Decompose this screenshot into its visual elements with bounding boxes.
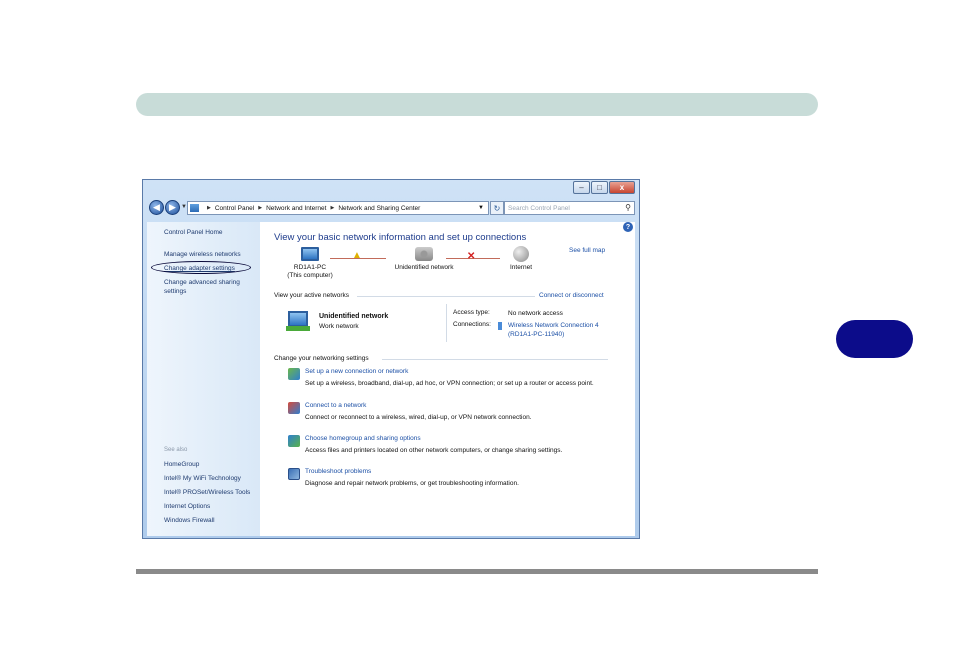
- sidebar-internet-options[interactable]: Internet Options: [164, 502, 256, 511]
- wireless-signal-icon: [498, 322, 502, 330]
- main-content: ? View your basic network information an…: [260, 222, 635, 536]
- maximize-button[interactable]: □: [591, 181, 608, 194]
- chevron-right-icon[interactable]: ▶: [207, 205, 211, 211]
- networking-settings-heading: Change your networking settings: [274, 355, 369, 362]
- task-description: Access files and printers located on oth…: [305, 447, 563, 454]
- access-type-value: No network access: [508, 310, 563, 317]
- breadcrumb-network-sharing-center[interactable]: Network and Sharing Center: [338, 205, 420, 212]
- section-divider: [382, 359, 608, 360]
- task-description: Set up a wireless, broadband, dial-up, a…: [305, 380, 594, 387]
- minimize-button[interactable]: –: [573, 181, 590, 194]
- map-this-computer[interactable]: RD1A1-PC (This computer): [283, 247, 337, 280]
- network-sharing-center-window: – □ x ◀ ▶ ▼ ▶ Control Panel ▶ Network an…: [142, 179, 640, 539]
- globe-icon: [513, 246, 529, 262]
- task-description: Connect or reconnect to a wireless, wire…: [305, 414, 532, 421]
- caption-buttons: – □ x: [572, 181, 635, 195]
- access-type-label: Access type:: [453, 309, 490, 316]
- network-bench-icon: [286, 326, 310, 331]
- see-full-map-link[interactable]: See full map: [569, 247, 605, 254]
- page-header-bar: [136, 93, 818, 116]
- forward-button[interactable]: ▶: [165, 200, 180, 215]
- page-title: View your basic network information and …: [274, 232, 527, 243]
- search-placeholder: Search Control Panel: [508, 204, 570, 212]
- vertical-divider: [446, 304, 447, 342]
- new-connection-icon: [288, 368, 300, 380]
- search-icon[interactable]: ⚲: [625, 203, 631, 212]
- connect-network-icon: [288, 402, 300, 414]
- map-internet[interactable]: Internet: [496, 246, 546, 272]
- connections-label: Connections:: [453, 321, 491, 328]
- see-also-heading: See also: [164, 447, 188, 453]
- sidebar-control-panel-home[interactable]: Control Panel Home: [164, 228, 256, 237]
- footer-rule: [136, 569, 818, 574]
- active-network-name: Unidentified network: [319, 313, 389, 320]
- search-input[interactable]: Search Control Panel ⚲: [504, 201, 635, 215]
- internet-label: Internet: [509, 264, 533, 271]
- sidebar-manage-wireless-networks[interactable]: Manage wireless networks: [164, 250, 256, 259]
- sidebar-intel-proset[interactable]: Intel® PROSet/Wireless Tools: [164, 488, 256, 497]
- control-panel-icon: [190, 204, 199, 212]
- computer-sub: (This computer): [287, 272, 333, 279]
- navigation-bar: ◀ ▶ ▼ ▶ Control Panel ▶ Network and Inte…: [147, 199, 635, 219]
- network-label: Unidentified network: [394, 264, 454, 271]
- connection-name: Wireless Network Connection 4: [508, 322, 599, 329]
- sidebar-homegroup[interactable]: HomeGroup: [164, 460, 256, 469]
- active-network-icon[interactable]: [288, 311, 308, 327]
- sidebar-intel-my-wifi[interactable]: Intel® My WiFi Technology: [164, 474, 256, 483]
- address-bar[interactable]: ▶ Control Panel ▶ Network and Internet ▶…: [187, 201, 489, 215]
- connection-sub: (RD1A1-PC-11940): [508, 331, 565, 338]
- chevron-right-icon[interactable]: ▶: [258, 205, 262, 211]
- connect-or-disconnect-link[interactable]: Connect or disconnect: [539, 292, 604, 299]
- computer-icon: [301, 247, 319, 261]
- task-description: Diagnose and repair network problems, or…: [305, 480, 519, 487]
- active-network-type[interactable]: Work network: [319, 323, 359, 330]
- warning-icon: ▲: [352, 250, 362, 261]
- active-networks-heading: View your active networks: [274, 292, 350, 299]
- troubleshoot-icon: [288, 468, 300, 480]
- disconnected-x-icon: ✕: [467, 251, 476, 262]
- network-icon: [415, 247, 433, 261]
- breadcrumb-control-panel[interactable]: Control Panel: [215, 205, 254, 212]
- sidebar-windows-firewall[interactable]: Windows Firewall: [164, 516, 256, 525]
- task-title[interactable]: Connect to a network: [305, 402, 366, 409]
- task-title[interactable]: Set up a new connection or network: [305, 368, 408, 375]
- chevron-right-icon[interactable]: ▶: [330, 205, 334, 211]
- task-title[interactable]: Troubleshoot problems: [305, 468, 371, 475]
- highlight-circle-annotation: [151, 261, 251, 274]
- left-sidebar: Control Panel Home Manage wireless netwo…: [147, 222, 260, 536]
- task-title[interactable]: Choose homegroup and sharing options: [305, 435, 421, 442]
- back-button[interactable]: ◀: [149, 200, 164, 215]
- help-icon[interactable]: ?: [623, 222, 633, 232]
- breadcrumb-network-internet[interactable]: Network and Internet: [266, 205, 326, 212]
- wireless-connection-link[interactable]: Wireless Network Connection 4 (RD1A1-PC-…: [508, 321, 599, 339]
- chapter-tab: [836, 320, 913, 358]
- refresh-button[interactable]: ↻: [490, 201, 504, 215]
- sidebar-change-advanced-sharing[interactable]: Change advanced sharing settings: [164, 278, 256, 296]
- section-divider: [357, 296, 535, 297]
- close-button[interactable]: x: [609, 181, 635, 194]
- homegroup-icon: [288, 435, 300, 447]
- address-dropdown-icon[interactable]: ▼: [478, 205, 484, 211]
- computer-name: RD1A1-PC: [293, 264, 327, 271]
- map-network[interactable]: Unidentified network: [384, 247, 464, 272]
